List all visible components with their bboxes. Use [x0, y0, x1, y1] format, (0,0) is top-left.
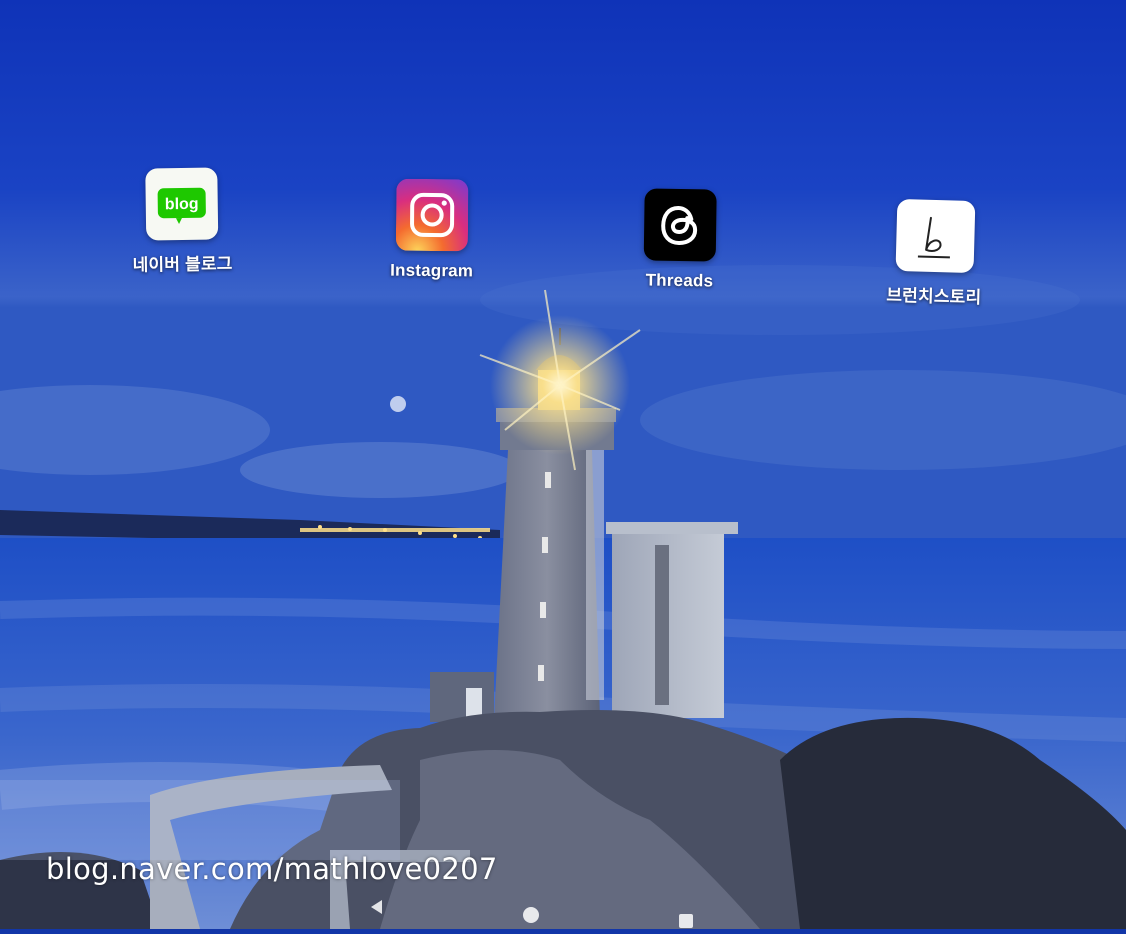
instagram-icon[interactable] — [395, 178, 469, 252]
app-label-brunch-story: 브런치스토리 — [886, 285, 982, 308]
recents-square-icon[interactable] — [677, 912, 695, 934]
watermark-text: blog.naver.com/mathlove0207 — [46, 852, 498, 886]
app-threads[interactable]: Threads — [604, 188, 755, 292]
app-label-threads: Threads — [645, 270, 714, 291]
back-triangle-icon[interactable] — [368, 898, 386, 921]
naver-blog-icon-text: blog — [165, 196, 199, 213]
wallpaper-lighthouse — [0, 0, 1126, 929]
app-label-instagram: Instagram — [390, 260, 474, 281]
app-label-naver-blog: 네이버 블로그 — [132, 254, 233, 275]
app-naver-blog[interactable]: blog 네이버 블로그 — [106, 167, 257, 276]
threads-icon[interactable] — [643, 188, 717, 262]
naver-blog-icon[interactable]: blog — [145, 167, 219, 241]
app-brunch-story[interactable]: 브런치스토리 — [859, 198, 1012, 309]
brunch-story-icon[interactable] — [895, 198, 976, 274]
app-instagram[interactable]: Instagram — [357, 178, 508, 281]
home-circle-icon[interactable] — [521, 905, 541, 930]
